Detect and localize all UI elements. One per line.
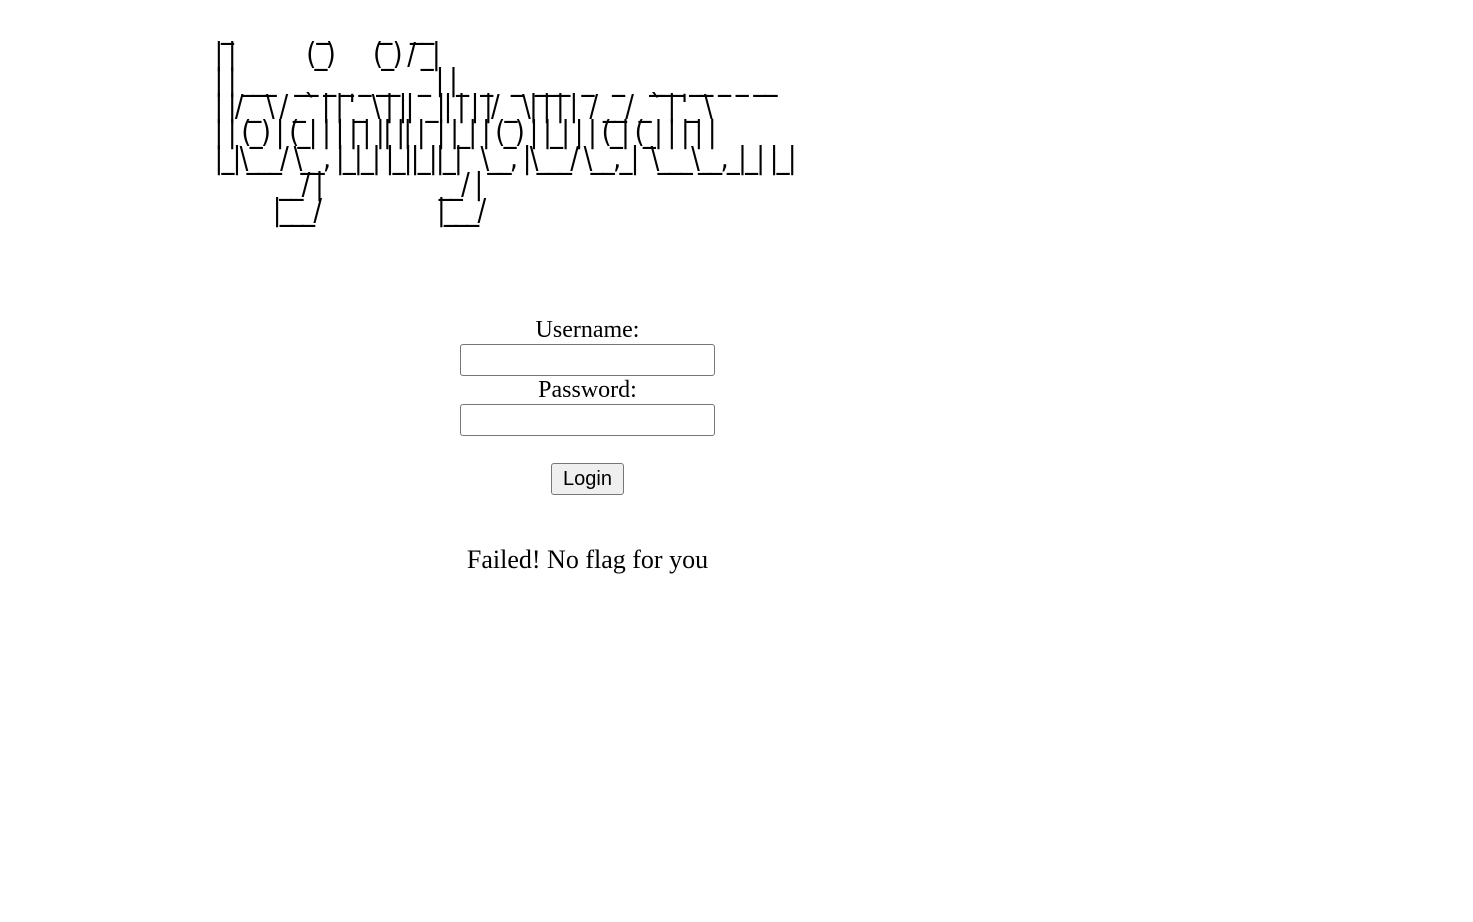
ascii-art-banner: _ _ _ __ | | (_) (_) / _| | | ___ __ _ _… <box>214 11 796 228</box>
password-input[interactable] <box>460 404 715 436</box>
status-message: Failed! No flag for you <box>466 545 709 574</box>
username-input[interactable] <box>460 344 715 376</box>
username-label: Username: <box>535 317 640 343</box>
login-form: Username: Password: Login <box>460 316 715 495</box>
login-button[interactable]: Login <box>551 463 624 495</box>
password-label: Password: <box>538 377 637 403</box>
login-page: _ _ _ __ | | (_) (_) / _| | | ___ __ _ _… <box>0 0 1473 922</box>
